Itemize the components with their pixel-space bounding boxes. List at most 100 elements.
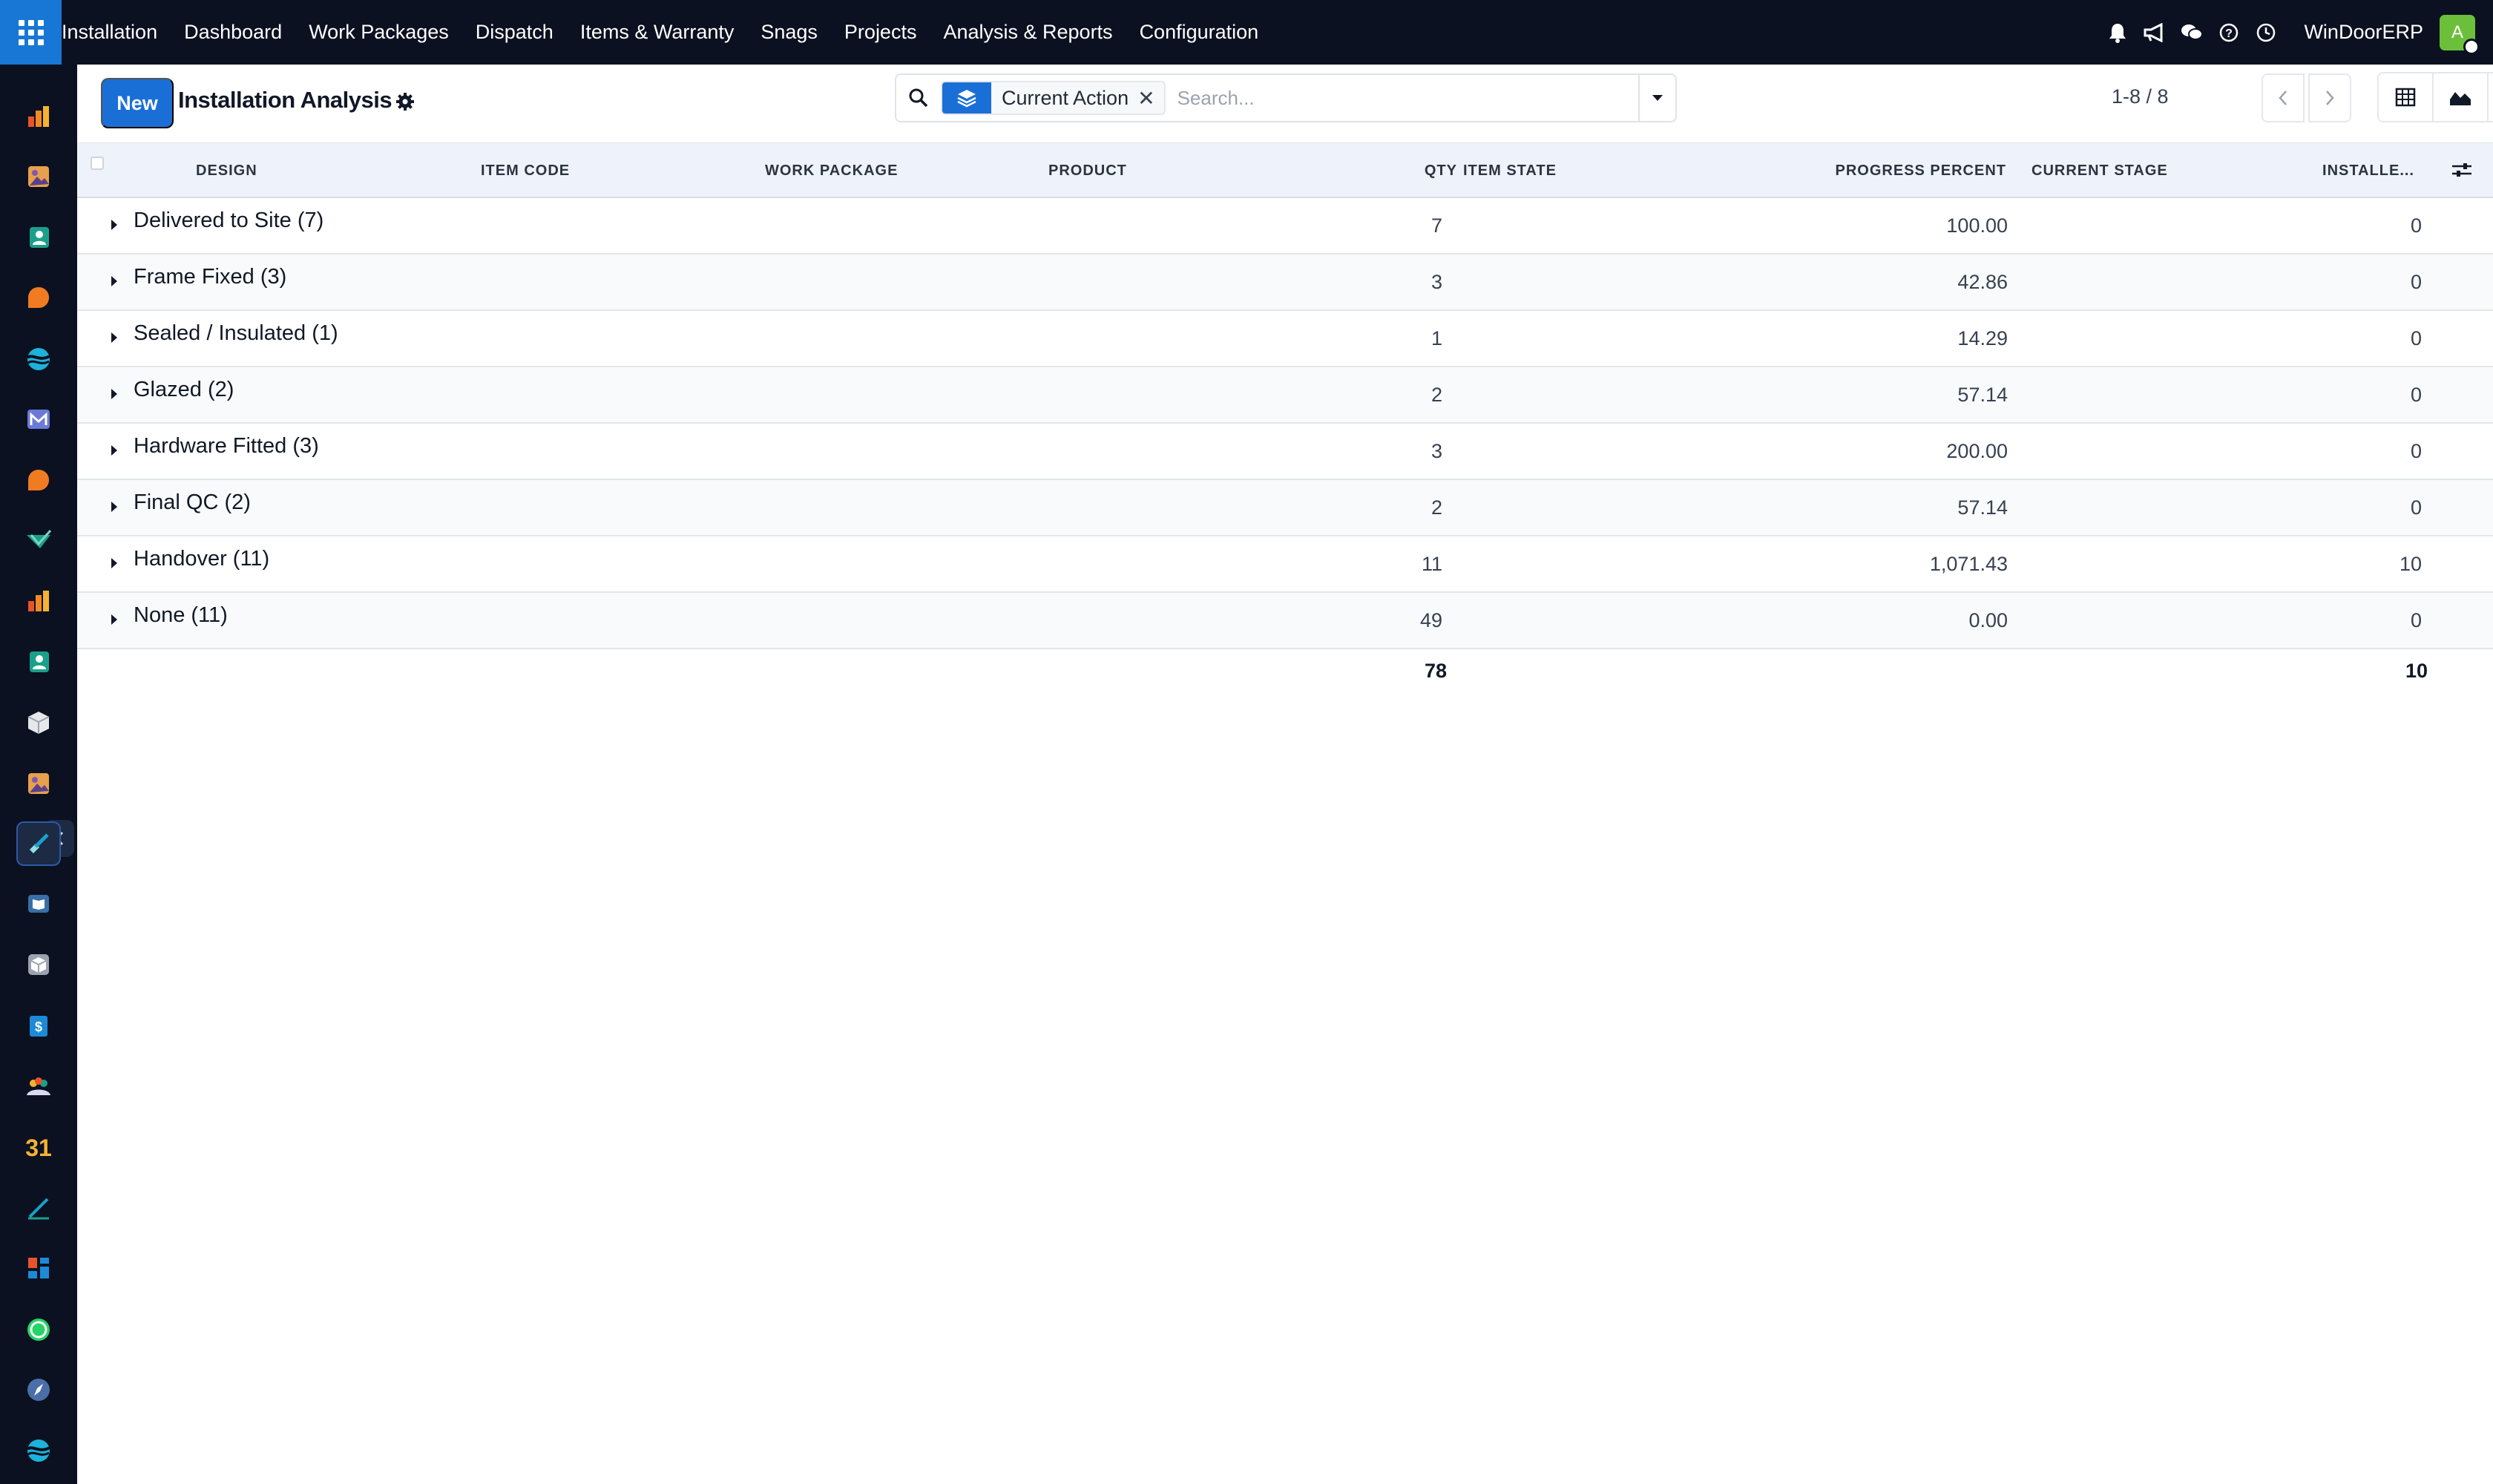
- check-app-icon[interactable]: [16, 519, 61, 563]
- contacts-app-icon[interactable]: [16, 215, 61, 260]
- column-header-current-stage[interactable]: CURRENT STAGE: [2031, 143, 2168, 198]
- box-app-icon[interactable]: [16, 700, 61, 745]
- close-icon[interactable]: ✕: [1137, 86, 1163, 111]
- group-row[interactable]: Frame Fixed (3) 3 42.86 0: [77, 255, 2493, 311]
- gear-icon[interactable]: [392, 89, 418, 114]
- chevron-right-icon: [2326, 91, 2334, 105]
- chart-bar-app-icon[interactable]: [16, 94, 61, 139]
- clock-icon[interactable]: [2248, 15, 2284, 50]
- package-app-icon[interactable]: [16, 942, 61, 987]
- grid-icon: [18, 19, 44, 45]
- table-footer: 78 10: [77, 649, 2493, 695]
- sign-app-icon[interactable]: [16, 1186, 61, 1230]
- book-app-icon[interactable]: [16, 881, 61, 926]
- whatsapp-app-icon[interactable]: [16, 1307, 61, 1352]
- dashboard-app-icon[interactable]: [16, 1246, 61, 1290]
- menu-dashboard[interactable]: Dashboard: [171, 0, 295, 65]
- app-sidebar: $31: [0, 65, 77, 1484]
- invoice-app-icon[interactable]: $: [16, 1004, 61, 1048]
- column-header-work-package[interactable]: WORK PACKAGE: [765, 143, 898, 198]
- column-header-progress-percent[interactable]: PROGRESS PERCENT: [1784, 143, 2006, 198]
- group-label: Frame Fixed (3): [134, 265, 287, 289]
- group-row[interactable]: Hardware Fitted (3) 3 200.00 0: [77, 424, 2493, 480]
- column-settings-icon[interactable]: [2447, 157, 2477, 183]
- menu-analysis-reports[interactable]: Analysis & Reports: [930, 0, 1126, 65]
- group-row[interactable]: Delivered to Site (7) 7 100.00 0: [77, 198, 2493, 255]
- user-avatar[interactable]: A: [2440, 14, 2480, 55]
- menu-work-packages[interactable]: Work Packages: [295, 0, 462, 65]
- caret-right-icon: [108, 217, 120, 232]
- caret-right-icon: [108, 274, 120, 289]
- layers-icon: [942, 82, 991, 114]
- installation-app-icon[interactable]: [16, 821, 61, 866]
- pager-previous-button[interactable]: [2262, 73, 2305, 122]
- systray: ? WinDoorERP A: [2099, 0, 2493, 65]
- group-qty: 3: [1431, 271, 1442, 293]
- bell-icon[interactable]: [2100, 15, 2135, 50]
- group-installed: 0: [2410, 271, 2422, 293]
- group-progress-percent: 42.86: [1957, 271, 2008, 293]
- pager-value[interactable]: 1-8 / 8: [2112, 85, 2169, 108]
- svg-text:31: 31: [25, 1135, 52, 1160]
- group-row[interactable]: Sealed / Insulated (1) 1 14.29 0: [77, 311, 2493, 367]
- select-all-checkbox[interactable]: [91, 157, 104, 170]
- wave-app-icon[interactable]: [16, 337, 61, 381]
- group-qty: 7: [1431, 214, 1442, 237]
- menu-dispatch[interactable]: Dispatch: [462, 0, 567, 65]
- search-options-toggle[interactable]: [1638, 75, 1675, 121]
- search-input[interactable]: [1177, 86, 1593, 110]
- column-header-item-state[interactable]: ITEM STATE: [1463, 143, 1557, 198]
- column-header-item-code[interactable]: ITEM CODE: [481, 143, 570, 198]
- group-row[interactable]: Glazed (2) 2 57.14 0: [77, 367, 2493, 424]
- menu-items-warranty[interactable]: Items & Warranty: [567, 0, 748, 65]
- column-header-design[interactable]: DESIGN: [196, 143, 257, 198]
- menu-projects[interactable]: Projects: [831, 0, 930, 65]
- company-switcher[interactable]: WinDoorERP: [2304, 21, 2423, 44]
- menu-snags[interactable]: Snags: [747, 0, 831, 65]
- wave-app-icon[interactable]: [16, 1428, 61, 1473]
- chat-bubble-app-icon[interactable]: [16, 275, 61, 320]
- caret-right-icon: [108, 556, 120, 571]
- calendar-app-icon[interactable]: 31: [16, 1125, 61, 1169]
- column-header-qty[interactable]: QTY: [1353, 143, 1457, 198]
- photo-app-icon[interactable]: [16, 154, 61, 199]
- group-label: Sealed / Insulated (1): [134, 321, 338, 345]
- group-row[interactable]: Final QC (2) 2 57.14 0: [77, 480, 2493, 536]
- view-switcher: [2377, 72, 2493, 122]
- graph-view-button[interactable]: [2434, 73, 2489, 121]
- chart-bar-app-icon[interactable]: [16, 579, 61, 623]
- chevron-left-icon: [2279, 91, 2287, 105]
- group-installed: 0: [2410, 440, 2422, 462]
- table-header: DESIGN ITEM CODE WORK PACKAGE PRODUCT QT…: [77, 143, 2493, 198]
- group-row[interactable]: None (11) 49 0.00 0: [77, 593, 2493, 649]
- compass-app-icon[interactable]: [16, 1368, 61, 1412]
- pager-next-button[interactable]: [2308, 73, 2351, 122]
- group-qty: 49: [1419, 609, 1442, 631]
- column-header-installed[interactable]: INSTALLE...: [2266, 143, 2414, 198]
- contacts-app-icon[interactable]: [16, 640, 61, 684]
- group-progress-percent: 14.29: [1957, 327, 2008, 349]
- group-installed: 0: [2410, 384, 2422, 406]
- mail-app-icon[interactable]: [16, 397, 61, 441]
- groupby-facet: Current Action ✕: [941, 81, 1166, 115]
- help-icon[interactable]: ?: [2211, 15, 2247, 50]
- menu-configuration[interactable]: Configuration: [1126, 0, 1272, 65]
- caret-right-icon: [108, 387, 120, 401]
- column-header-product[interactable]: PRODUCT: [1048, 143, 1127, 198]
- chat-bubble-app-icon[interactable]: [16, 458, 61, 502]
- new-button[interactable]: New: [101, 78, 174, 128]
- group-progress-percent: 0.00: [1968, 609, 2008, 631]
- team-app-icon[interactable]: [16, 1064, 61, 1109]
- group-row[interactable]: Handover (11) 11 1,071.43 10: [77, 536, 2493, 593]
- pivot-view-button[interactable]: [2379, 73, 2434, 121]
- group-progress-percent: 57.14: [1957, 496, 2008, 519]
- chat-icon[interactable]: [2174, 15, 2210, 50]
- list-view-button[interactable]: [2489, 73, 2493, 121]
- search-icon[interactable]: [896, 75, 941, 121]
- megaphone-icon[interactable]: [2137, 15, 2172, 50]
- apps-menu-button[interactable]: [0, 0, 62, 65]
- photo-app-icon[interactable]: [16, 761, 61, 806]
- group-installed: 0: [2410, 496, 2422, 519]
- menu-installation[interactable]: Installation: [62, 0, 171, 65]
- group-label: Handover (11): [134, 547, 270, 571]
